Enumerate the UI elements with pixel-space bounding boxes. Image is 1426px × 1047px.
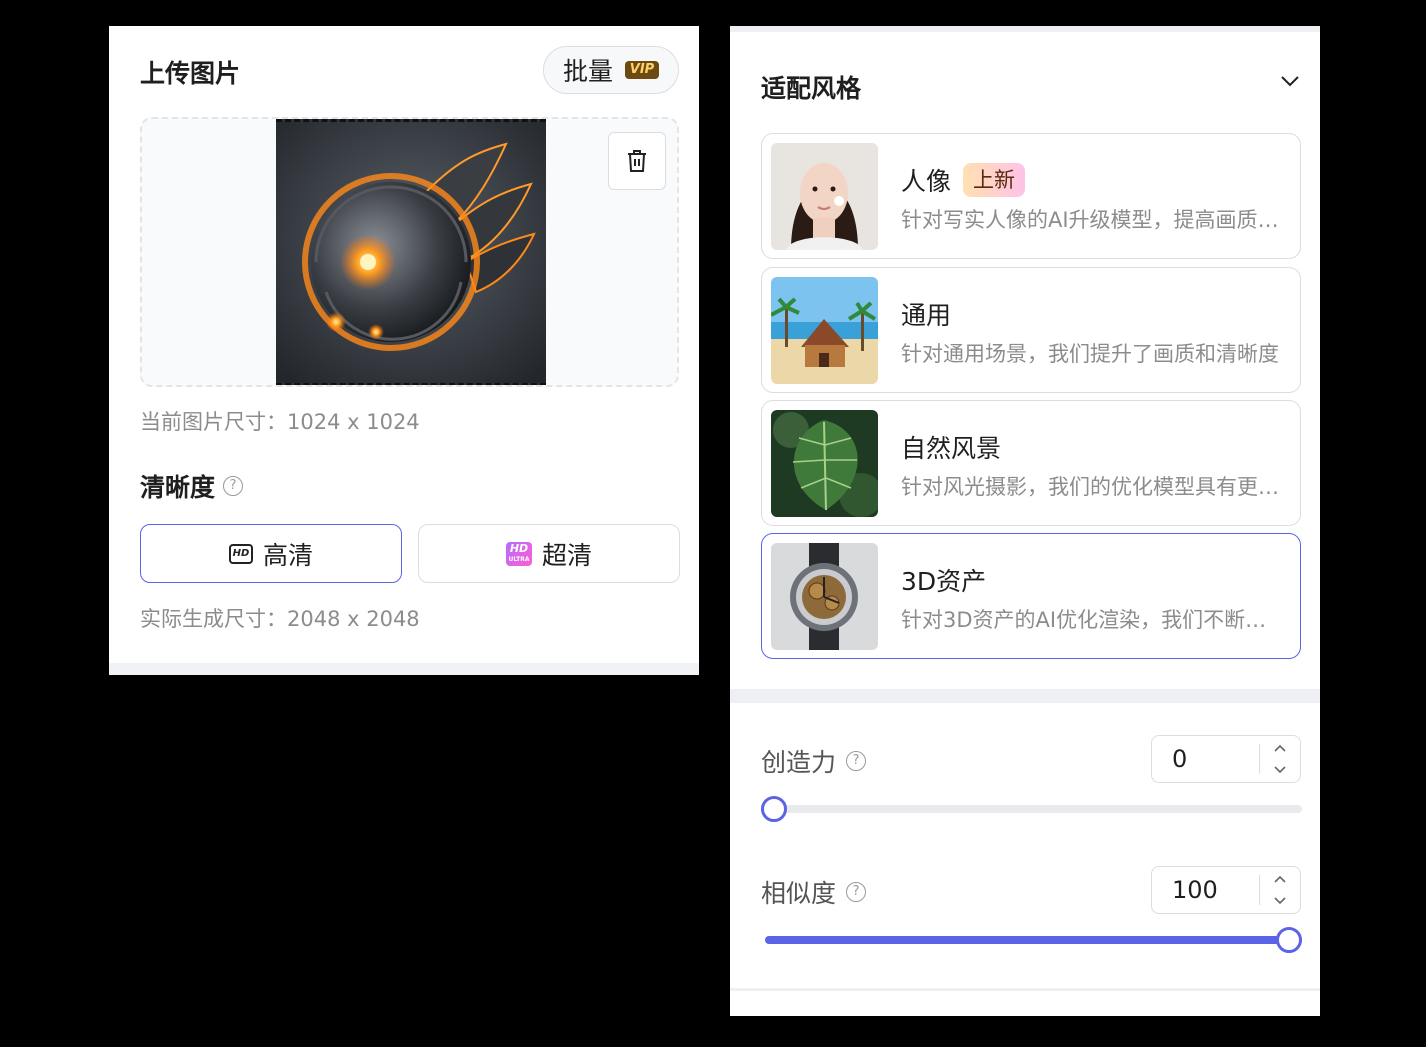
style-title-3d-asset: 3D资产 — [901, 567, 987, 596]
hd-icon: HD — [228, 543, 253, 564]
creativity-stepper[interactable]: 0 — [1151, 735, 1301, 783]
creativity-label-group: 创造力 ? — [761, 743, 867, 779]
help-icon[interactable]: ? — [223, 476, 244, 496]
hd-ultra-badge: HD — [509, 541, 529, 555]
uploaded-image-preview — [276, 119, 546, 385]
chevron-up-icon[interactable] — [1272, 873, 1288, 885]
section-divider — [730, 689, 1320, 703]
clarity-heading: 清晰度 ? — [140, 468, 244, 504]
style-card-portrait[interactable]: 人像 上新 针对写实人像的AI升级模型，提高画质和细节 — [761, 133, 1301, 259]
batch-label: 批量 — [562, 57, 613, 86]
quality-hd-button[interactable]: HD 高清 — [140, 524, 402, 583]
batch-button[interactable]: 批量 VIP — [543, 46, 679, 94]
vip-badge: VIP — [625, 61, 659, 79]
style-title-portrait: 人像 — [901, 167, 952, 196]
similarity-slider-handle[interactable] — [1276, 927, 1302, 953]
style-thumb-3d-asset — [771, 543, 878, 650]
clarity-title: 清晰度 — [140, 473, 216, 502]
style-card-title: 通用 — [901, 296, 951, 332]
style-desc-general: 针对通用场景，我们提升了画质和清晰度 — [901, 342, 1279, 366]
upload-dropzone[interactable] — [140, 117, 679, 387]
help-icon[interactable]: ? — [846, 882, 867, 902]
similarity-value[interactable]: 100 — [1172, 876, 1218, 904]
creativity-slider-handle[interactable] — [761, 796, 787, 822]
settings-panel: 适配风格 人像 上新 针对写实人像的AI升级模型，提高画质和细节 通用 针对通用… — [730, 26, 1320, 1016]
current-image-size: 当前图片尺寸：1024 x 1024 — [140, 410, 420, 434]
similarity-stepper[interactable]: 100 — [1151, 866, 1301, 914]
similarity-slider-fill — [765, 936, 1302, 944]
style-card-landscape[interactable]: 自然风景 针对风光摄影，我们的优化模型具有更好效果 — [761, 400, 1301, 526]
creativity-value[interactable]: 0 — [1172, 745, 1187, 773]
style-thumb-landscape — [771, 410, 878, 517]
chevron-down-icon[interactable] — [1272, 764, 1288, 776]
help-icon[interactable]: ? — [846, 751, 867, 771]
hd-ultra-sub: ULTRA — [508, 555, 530, 563]
similarity-label-group: 相似度 ? — [761, 874, 867, 910]
hd-ultra-icon: HD ULTRA — [505, 541, 532, 566]
chevron-down-icon[interactable] — [1272, 895, 1288, 907]
style-thumb-portrait — [771, 143, 878, 250]
similarity-slider[interactable] — [765, 927, 1302, 953]
style-card-title: 自然风景 — [901, 429, 1001, 465]
style-card-general[interactable]: 通用 针对通用场景，我们提升了画质和清晰度 — [761, 267, 1301, 393]
delete-image-button[interactable] — [608, 132, 666, 190]
style-title: 适配风格 — [761, 74, 862, 103]
chevron-up-icon[interactable] — [1272, 742, 1288, 754]
quality-ultra-hd-label: 超清 — [541, 540, 592, 570]
upload-panel: 上传图片 批量 VIP 当前图片尺寸：1024 x 1024 清晰度 ? HD … — [109, 26, 699, 675]
style-title-general: 通用 — [901, 301, 952, 330]
new-badge: 上新 — [963, 163, 1026, 197]
chevron-down-icon[interactable] — [1280, 74, 1300, 88]
output-size: 实际生成尺寸：2048 x 2048 — [140, 607, 420, 631]
creativity-label: 创造力 — [761, 748, 837, 777]
quality-hd-label: 高清 — [262, 540, 313, 570]
creativity-slider[interactable] — [761, 796, 1302, 822]
style-desc-landscape: 针对风光摄影，我们的优化模型具有更好效果 — [901, 475, 1281, 499]
bottom-divider — [730, 988, 1320, 991]
top-divider — [730, 26, 1320, 32]
style-card-3d-asset[interactable]: 3D资产 针对3D资产的AI优化渲染，我们不断提升画质 — [761, 533, 1301, 659]
style-desc-portrait: 针对写实人像的AI升级模型，提高画质和细节 — [901, 208, 1281, 232]
trash-icon — [628, 150, 646, 172]
style-thumb-general — [771, 277, 878, 384]
similarity-label: 相似度 — [761, 879, 837, 908]
style-card-title: 3D资产 — [901, 562, 986, 598]
upload-title: 上传图片 — [140, 59, 241, 88]
style-desc-3d-asset: 针对3D资产的AI优化渲染，我们不断提升画质 — [901, 608, 1281, 632]
quality-ultra-hd-button[interactable]: HD ULTRA 超清 — [418, 524, 680, 583]
style-title-landscape: 自然风景 — [901, 434, 1002, 463]
panel-divider — [109, 663, 699, 675]
style-card-title: 人像 上新 — [901, 162, 1026, 198]
